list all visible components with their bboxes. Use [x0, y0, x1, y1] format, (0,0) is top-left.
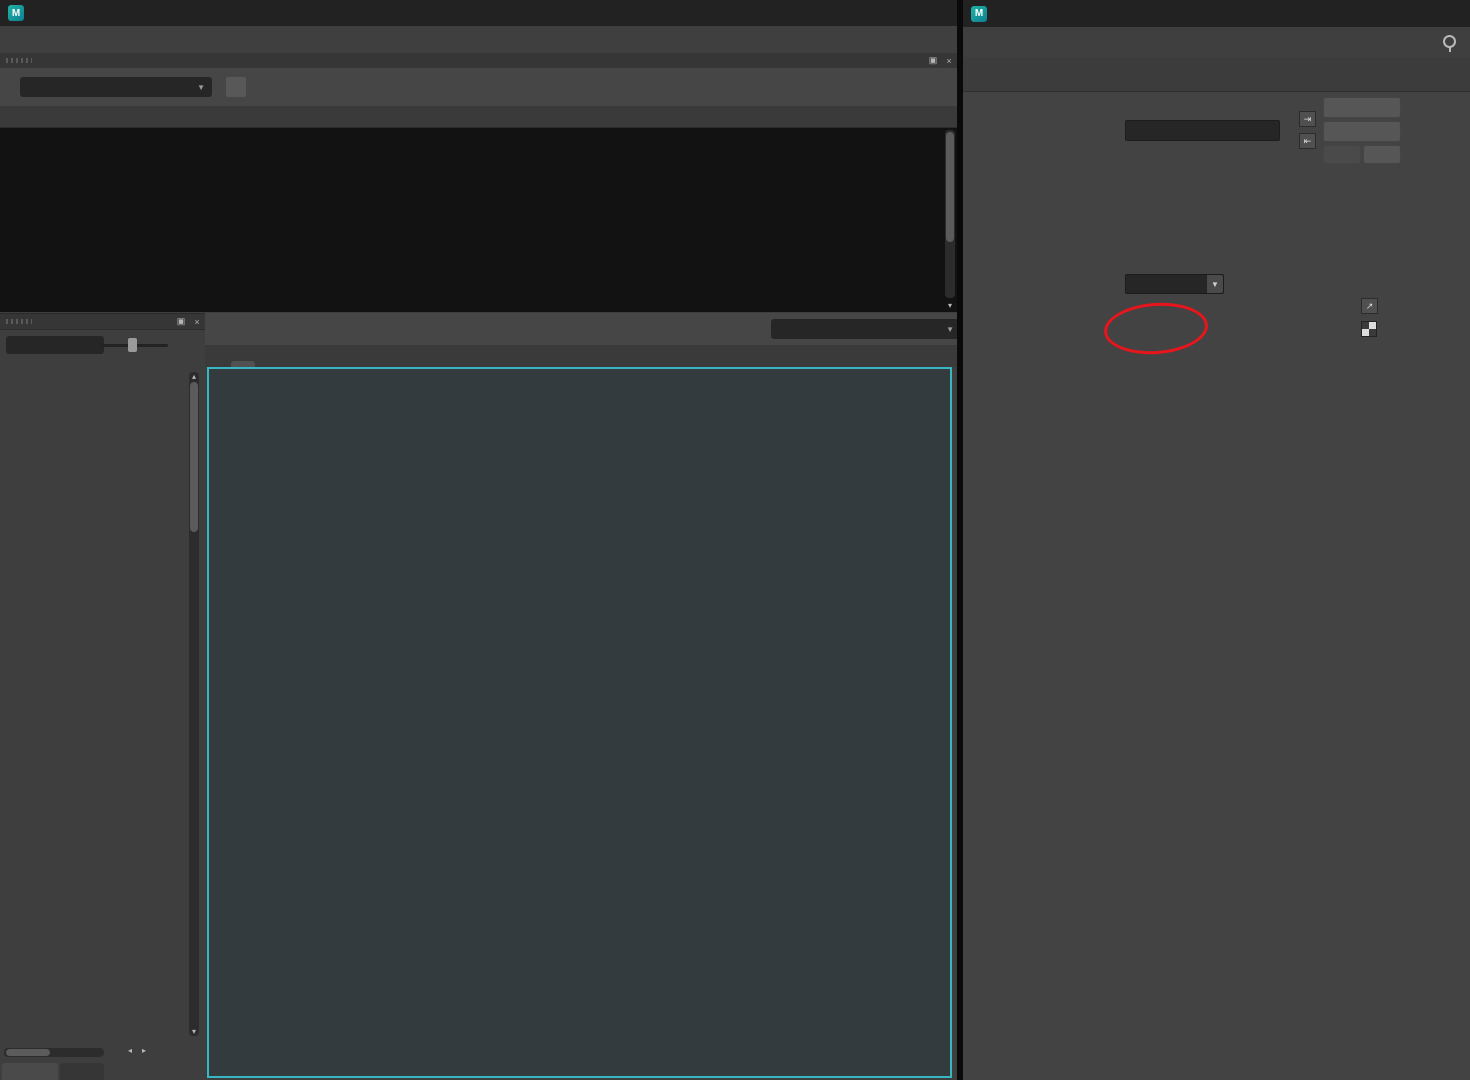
attribute-editor-window: M ⇥ ⇤ ▼ ↗ [963, 0, 1470, 1080]
node-editor-panel: ▼ [205, 313, 957, 1080]
scroll-up-icon[interactable]: ▴ [189, 372, 199, 381]
maya-logo-icon: M [971, 5, 987, 22]
browser-panel-header[interactable]: ▣ × [0, 53, 957, 69]
create-search-input[interactable] [13, 338, 97, 352]
scroll-down-icon[interactable]: ▾ [189, 1027, 199, 1036]
presets-button[interactable] [1323, 121, 1401, 142]
scroll-right-icon[interactable]: ▸ [138, 1046, 150, 1055]
tree-hscrollbar[interactable] [4, 1048, 104, 1057]
node-editor-search-input[interactable] [778, 322, 942, 336]
input1-connection-icon[interactable]: ↗ [1361, 298, 1378, 314]
browser-search-input[interactable] [27, 80, 193, 94]
input2-texture-icon[interactable] [1361, 321, 1377, 337]
show-button[interactable] [225, 76, 247, 98]
swatch-size-slider-handle[interactable] [128, 338, 137, 352]
node-name-field[interactable] [1125, 120, 1280, 141]
node-graph-canvas[interactable] [207, 367, 952, 1078]
hide-button[interactable] [1363, 145, 1401, 164]
show-button[interactable] [1323, 145, 1361, 164]
undock-panel-icon[interactable]: ▣ [925, 55, 941, 66]
scroll-down-icon[interactable]: ▾ [945, 301, 955, 310]
connection-wires [209, 369, 950, 1076]
focus-button[interactable] [1323, 97, 1401, 118]
panel-grip[interactable] [6, 319, 32, 324]
graph-output-icon[interactable]: ⇤ [1299, 133, 1316, 149]
search-dropdown-icon[interactable]: ▼ [946, 325, 954, 334]
create-search-field[interactable] [6, 336, 104, 354]
graph-input-icon[interactable]: ⇥ [1299, 111, 1316, 127]
hypershade-titlebar[interactable]: M [0, 0, 957, 26]
material-browser: ▾ [0, 128, 957, 312]
node-list-scrollbar[interactable]: ▴ ▾ [189, 372, 199, 1036]
create-panel: ▣ × ▴ ▾ ◂ ▸ [0, 313, 206, 1080]
close-panel-icon[interactable]: × [189, 317, 205, 327]
chevron-down-icon[interactable]: ▼ [1207, 275, 1223, 293]
close-panel-icon[interactable]: × [941, 56, 957, 66]
attribute-editor-titlebar[interactable]: M [963, 0, 1470, 27]
bottom-tab-create[interactable] [2, 1063, 58, 1080]
desktop: M ▣ × ▼ ▾ ▣ × ▴ ▾ ◂ ▸ ▼ M ⇥ ⇤ ▼ ↗ [0, 0, 1470, 1080]
bottom-tab-bins[interactable] [60, 1063, 104, 1080]
node-editor-search-field[interactable]: ▼ [771, 319, 957, 339]
browser-search-field[interactable]: ▼ [20, 77, 212, 97]
pin-icon[interactable] [1443, 35, 1456, 48]
undock-panel-icon[interactable]: ▣ [173, 316, 189, 327]
hypershade-window: M ▣ × ▼ ▾ ▣ × ▴ ▾ ◂ ▸ ▼ [0, 0, 957, 1080]
panel-grip[interactable] [6, 58, 32, 63]
operation-dropdown[interactable]: ▼ [1125, 274, 1224, 294]
maya-logo-icon: M [8, 5, 24, 21]
browser-scrollbar[interactable] [945, 130, 955, 298]
scroll-left-icon[interactable]: ◂ [124, 1046, 136, 1055]
create-panel-header[interactable]: ▣ × [0, 314, 205, 330]
search-dropdown-icon[interactable]: ▼ [197, 83, 205, 92]
